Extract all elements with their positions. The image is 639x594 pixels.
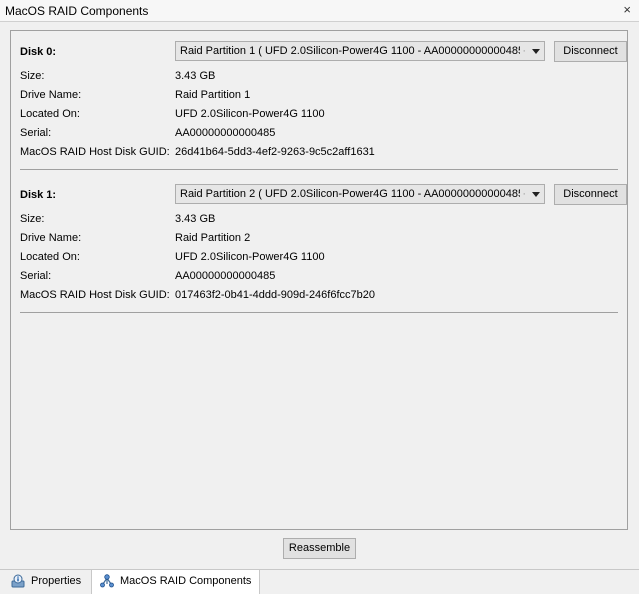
disk-0-partition-select[interactable]: Raid Partition 1 ( UFD 2.0Silicon-Power4… (175, 41, 545, 61)
tab-properties-label: Properties (31, 575, 82, 587)
field-label: Located On: (20, 251, 80, 263)
field-label: Drive Name: (20, 232, 82, 244)
raid-components-panel: Disk 0: Raid Partition 1 ( UFD 2.0Silico… (10, 30, 628, 530)
field-value: UFD 2.0Silicon-Power4G 1100 (175, 251, 325, 263)
disk-1-disconnect-button[interactable]: Disconnect (554, 184, 627, 205)
field-label: Serial: (20, 270, 52, 282)
divider (20, 312, 618, 313)
field-label: Located On: (20, 108, 80, 120)
disk-0-disconnect-button[interactable]: Disconnect (554, 41, 627, 62)
field-value: 26d41b64-5dd3-4ef2-9263-9c5c2aff1631 (175, 146, 375, 158)
field-value: AA00000000000485 (175, 127, 276, 139)
tab-macos-raid-components[interactable]: MacOS RAID Components (91, 570, 260, 594)
tab-properties[interactable]: Properties (3, 570, 89, 594)
disk-0-partition-value: Raid Partition 1 ( UFD 2.0Silicon-Power4… (180, 45, 520, 57)
ellipsis-dot-icon: · (522, 45, 526, 57)
reassemble-button[interactable]: Reassemble (283, 538, 356, 559)
ellipsis-dot-icon: · (522, 188, 526, 200)
field-value: 3.43 GB (175, 213, 216, 225)
field-value: 017463f2-0b41-4ddd-909d-246f6fcc7b20 (175, 289, 375, 301)
disk-1-partition-value: Raid Partition 2 ( UFD 2.0Silicon-Power4… (180, 188, 520, 200)
field-label: Size: (20, 70, 45, 82)
field-value: Raid Partition 1 (175, 89, 251, 101)
chevron-down-icon (532, 192, 540, 197)
field-value: AA00000000000485 (175, 270, 276, 282)
panel-title: MacOS RAID Components (5, 4, 149, 18)
disk-0-title: Disk 0: (20, 46, 57, 58)
field-value: UFD 2.0Silicon-Power4G 1100 (175, 108, 325, 120)
field-label: Serial: (20, 127, 52, 139)
tab-raid-label: MacOS RAID Components (120, 575, 252, 587)
field-value: 3.43 GB (175, 70, 216, 82)
field-label: MacOS RAID Host Disk GUID: (20, 146, 170, 158)
field-label: MacOS RAID Host Disk GUID: (20, 289, 170, 301)
raid-network-icon (100, 574, 114, 588)
close-icon[interactable]: × (623, 2, 631, 17)
field-label: Drive Name: (20, 89, 82, 101)
divider (20, 169, 618, 170)
panel-titlebar: MacOS RAID Components × (0, 0, 639, 22)
field-label: Size: (20, 213, 45, 225)
properties-icon (11, 574, 25, 588)
bottom-tab-bar: Properties MacOS RAID Components (0, 569, 639, 594)
field-value: Raid Partition 2 (175, 232, 251, 244)
disk-1-partition-select[interactable]: Raid Partition 2 ( UFD 2.0Silicon-Power4… (175, 184, 545, 204)
chevron-down-icon (532, 49, 540, 54)
disk-1-title: Disk 1: (20, 189, 57, 201)
